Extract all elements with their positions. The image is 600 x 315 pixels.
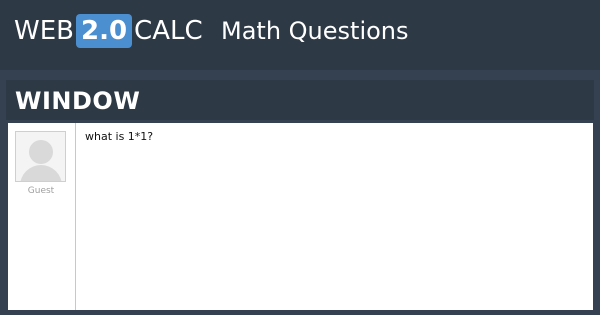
- logo-version-badge: 2.0: [75, 14, 133, 48]
- default-user-avatar-icon: [15, 131, 66, 182]
- site-header: WEB 2.0 CALC Math Questions: [0, 0, 600, 60]
- logo-calc-text: CALC: [134, 16, 203, 46]
- question-panel: Guest what is 1*1?: [8, 123, 593, 310]
- section-title-link[interactable]: Math Questions: [221, 14, 409, 48]
- question-text: what is 1*1?: [85, 130, 154, 143]
- site-logo[interactable]: WEB 2.0 CALC: [14, 14, 203, 48]
- avatar-body-shape: [20, 165, 62, 181]
- avatar-head-shape: [29, 140, 53, 164]
- user-column: Guest: [8, 123, 76, 310]
- user-name: Guest: [27, 186, 55, 196]
- logo-web-text: WEB: [14, 16, 74, 46]
- page-title: WINDOW: [15, 87, 141, 115]
